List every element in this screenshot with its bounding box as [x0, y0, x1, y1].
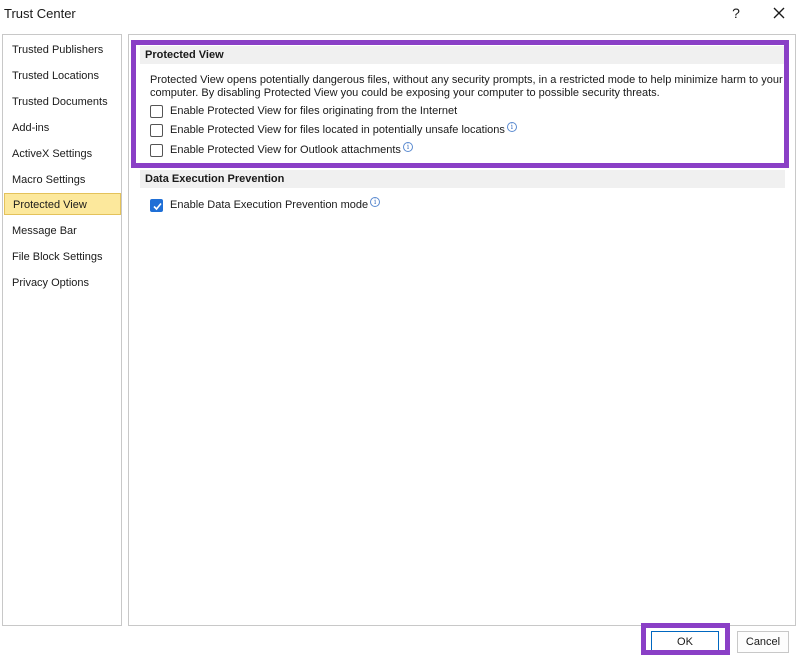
sidebar-item-add-ins[interactable]: Add-ins [3, 117, 121, 139]
settings-panel: Protected View Protected View opens pote… [128, 34, 796, 626]
option-label: Enable Protected View for Outlook attach… [170, 144, 401, 156]
sidebar-item-trusted-documents[interactable]: Trusted Documents [3, 91, 121, 113]
dep-mode-checkbox[interactable] [150, 198, 163, 212]
close-button[interactable] [768, 3, 790, 23]
option-unsafe-locations[interactable]: Enable Protected View for files located … [150, 122, 517, 138]
cancel-button[interactable]: Cancel [737, 631, 789, 653]
internet-files-checkbox[interactable] [150, 104, 163, 118]
dep-header: Data Execution Prevention [140, 170, 785, 188]
help-button[interactable]: ? [726, 3, 746, 23]
checkmark-icon [153, 202, 162, 210]
info-icon[interactable]: i [370, 197, 381, 207]
sidebar: Trusted Publishers Trusted Locations Tru… [2, 34, 122, 626]
window-title: Trust Center [4, 6, 76, 21]
info-icon[interactable]: i [506, 122, 517, 132]
info-icon[interactable]: i [402, 142, 413, 152]
unsafe-locations-checkbox[interactable] [150, 123, 163, 137]
outlook-attachments-checkbox[interactable] [150, 143, 163, 157]
sidebar-item-file-block-settings[interactable]: File Block Settings [3, 246, 121, 268]
sidebar-item-protected-view[interactable]: Protected View [4, 193, 121, 215]
sidebar-item-message-bar[interactable]: Message Bar [3, 220, 121, 242]
option-internet-files[interactable]: Enable Protected View for files originat… [150, 103, 457, 119]
protected-view-header: Protected View [140, 46, 785, 64]
option-label: Enable Protected View for files located … [170, 124, 505, 136]
sidebar-item-activex-settings[interactable]: ActiveX Settings [3, 143, 121, 165]
option-label: Enable Protected View for files originat… [170, 105, 458, 117]
sidebar-item-macro-settings[interactable]: Macro Settings [3, 169, 121, 191]
option-dep-mode[interactable]: Enable Data Execution Prevention mode i [150, 197, 381, 213]
option-label: Enable Data Execution Prevention mode [170, 199, 369, 211]
option-outlook-attachments[interactable]: Enable Protected View for Outlook attach… [150, 142, 413, 158]
sidebar-item-trusted-publishers[interactable]: Trusted Publishers [3, 39, 121, 61]
sidebar-item-trusted-locations[interactable]: Trusted Locations [3, 65, 121, 87]
protected-view-description: Protected View opens potentially dangero… [150, 74, 783, 99]
ok-button[interactable]: OK [651, 631, 719, 653]
sidebar-item-privacy-options[interactable]: Privacy Options [3, 272, 121, 294]
close-icon [773, 7, 785, 19]
title-bar: Trust Center ? [0, 0, 800, 28]
